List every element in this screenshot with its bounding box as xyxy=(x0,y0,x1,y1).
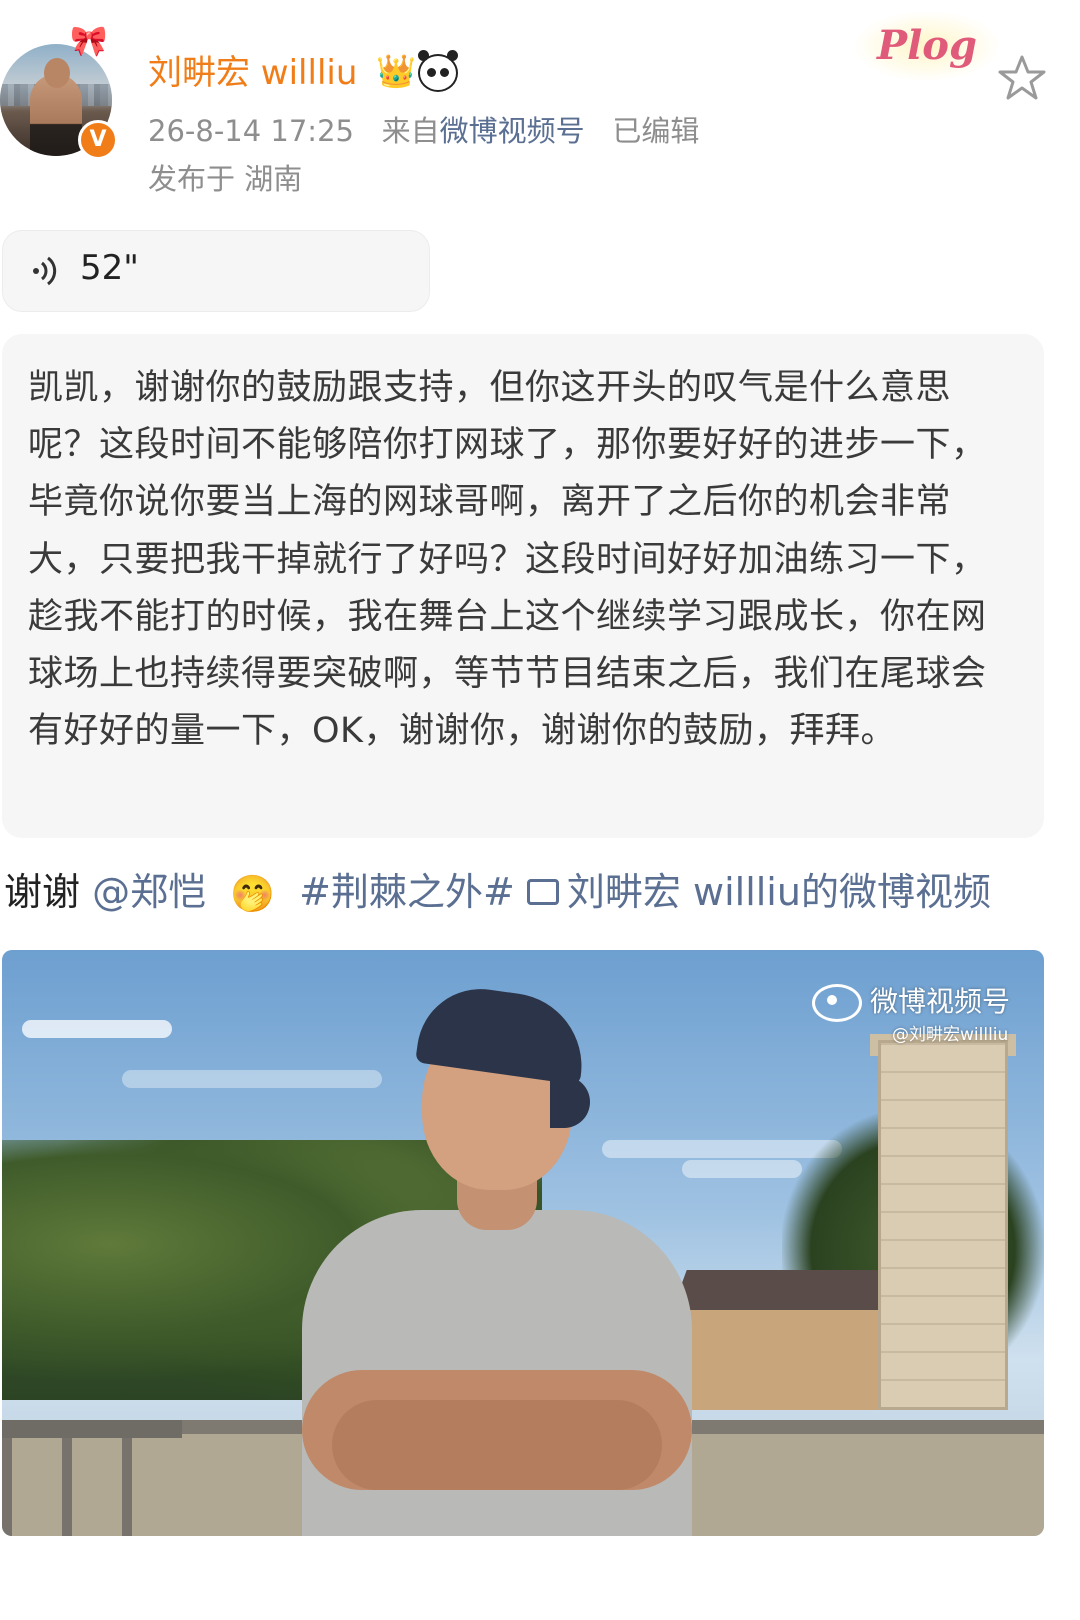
voice-message[interactable] xyxy=(2,230,430,312)
video-watermark: 微博视频号 @刘畊宏willliu xyxy=(812,980,1010,1045)
mention-link[interactable]: @郑恺 xyxy=(92,870,206,914)
watermark-handle: @刘畊宏willliu xyxy=(892,1025,1009,1045)
post-location: 发布于 湖南 xyxy=(148,162,303,196)
transcript-text: 凯凯，谢谢你的鼓励跟支持，但你这开头的叹气是什么意思呢？这段时间不能够陪你打网球… xyxy=(28,368,987,752)
face-emoji-icon: 🤭 xyxy=(230,873,276,915)
hashtag-link[interactable]: #荆棘之外# xyxy=(299,870,515,914)
voice-duration: 52" xyxy=(80,248,139,288)
voice-wave-icon xyxy=(30,254,64,288)
avatar-pendant-icon: 🎀 xyxy=(70,24,108,59)
weibo-logo-icon xyxy=(812,984,862,1022)
video-link[interactable]: 刘畊宏 willliu的微博视频 xyxy=(526,870,991,914)
verified-badge: V xyxy=(78,120,118,160)
star-icon[interactable] xyxy=(996,52,1048,104)
post-from-prefix: 来自 xyxy=(381,114,440,148)
post-source-link[interactable]: 微博视频号 xyxy=(440,114,585,148)
post-caption: 谢谢 @郑恺 🤭 #荆棘之外# 刘畊宏 willliu的微博视频 xyxy=(4,864,991,923)
post-time: 26-8-14 17:25 xyxy=(148,114,354,148)
username[interactable]: 刘畊宏 willliu xyxy=(148,50,357,96)
video-icon xyxy=(526,878,559,905)
watermark-title: 微博视频号 xyxy=(870,985,1011,1018)
video-link-label[interactable]: 刘畊宏 willliu的微博视频 xyxy=(567,870,991,914)
crown-icon: 👑 xyxy=(376,52,416,90)
post-meta: 26-8-14 17:25 来自微博视频号 已编辑 xyxy=(148,108,699,150)
post-edited-label[interactable]: 已编辑 xyxy=(612,114,699,148)
panda-icon xyxy=(418,50,458,92)
plog-badge: Plog xyxy=(852,10,1002,82)
caption-thanks: 谢谢 xyxy=(4,870,81,914)
